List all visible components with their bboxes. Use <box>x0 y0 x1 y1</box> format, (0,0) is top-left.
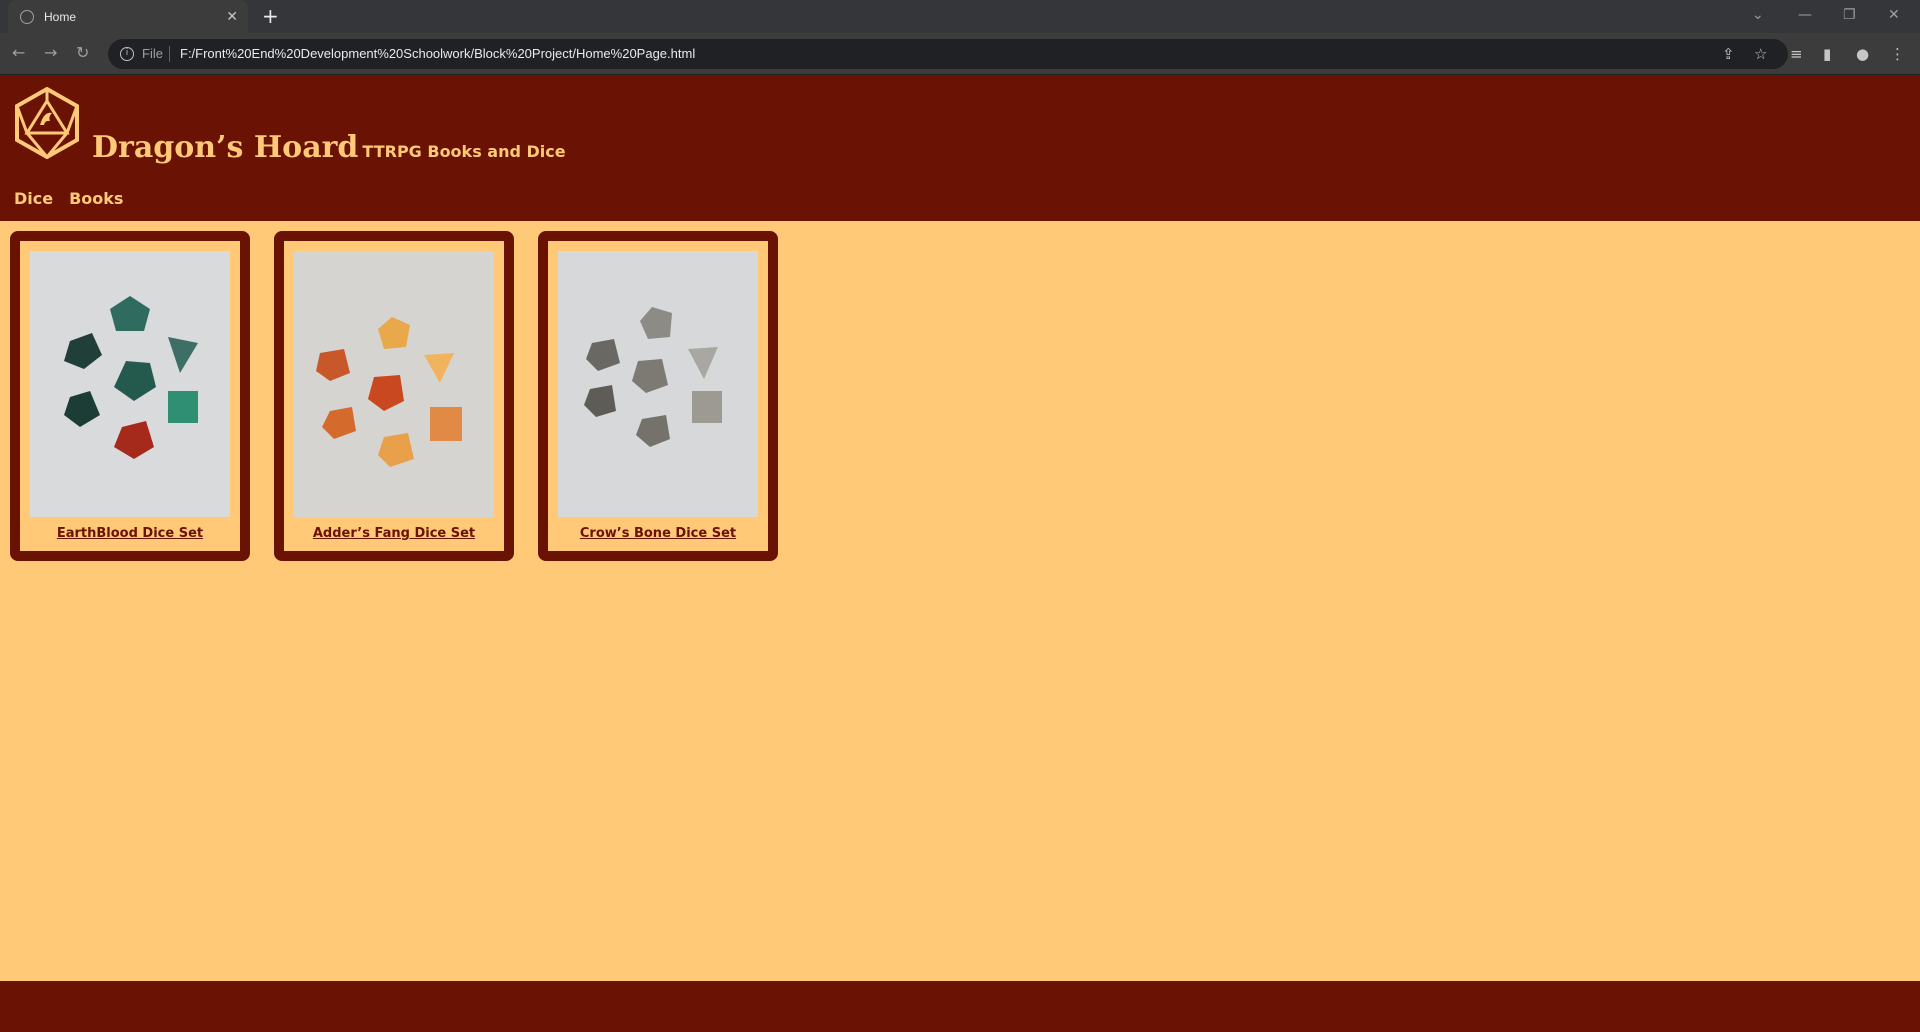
file-label: File <box>142 46 163 61</box>
close-window-icon[interactable]: ✕ <box>1888 7 1900 23</box>
url-text[interactable]: F:/Front%20End%20Development%20Schoolwor… <box>180 46 695 61</box>
profile-icon[interactable]: ● <box>1856 45 1869 63</box>
product-photo[interactable] <box>294 251 494 517</box>
reload-icon[interactable]: ↻ <box>76 43 89 62</box>
nav-link-dice[interactable]: Dice <box>14 189 53 208</box>
share-icon[interactable]: ⇪ <box>1722 45 1735 63</box>
menu-icon[interactable]: ⋮ <box>1890 45 1905 63</box>
product-card[interactable]: EarthBlood Dice Set <box>10 231 250 561</box>
side-panel-icon[interactable]: ▮ <box>1823 45 1831 63</box>
bookmark-star-icon[interactable]: ☆ <box>1754 45 1767 63</box>
omnibox-divider <box>169 46 170 62</box>
address-bar[interactable]: i File F:/Front%20End%20Development%20Sc… <box>108 39 1788 69</box>
product-link[interactable]: Crow’s Bone Dice Set <box>548 526 768 541</box>
globe-icon <box>20 9 34 24</box>
browser-toolbar: ← → ↻ i File F:/Front%20End%20Developmen… <box>0 33 1920 75</box>
d20-dragon-logo <box>15 87 79 159</box>
product-card[interactable]: Crow’s Bone Dice Set <box>538 231 778 561</box>
reading-list-icon[interactable]: ≡ <box>1790 45 1803 63</box>
back-icon[interactable]: ← <box>12 43 25 62</box>
tab-title: Home <box>44 9 77 24</box>
product-photo[interactable] <box>558 251 758 517</box>
brand-name: Dragon’s Hoard <box>92 130 359 165</box>
browser-tab-strip: Home ✕ + ⌄ — ❐ ✕ <box>0 0 1920 33</box>
main-nav: Dice Books <box>14 189 139 208</box>
close-tab-icon[interactable]: ✕ <box>226 9 238 25</box>
product-link[interactable]: EarthBlood Dice Set <box>20 526 240 541</box>
site-footer <box>0 981 1920 1032</box>
info-icon[interactable]: i <box>120 47 134 61</box>
page-content: Dragon’s Hoard TTRPG Books and Dice Dice B… <box>0 75 1920 1032</box>
site-title: Dragon’s Hoard TTRPG Books and Dice <box>92 130 566 165</box>
minimize-icon[interactable]: — <box>1798 7 1812 23</box>
product-card[interactable]: Adder’s Fang Dice Set <box>274 231 514 561</box>
nav-link-books[interactable]: Books <box>69 189 123 208</box>
browser-tab[interactable]: Home ✕ <box>8 0 248 33</box>
tagline: TTRPG Books and Dice <box>362 142 566 161</box>
site-header: Dragon’s Hoard TTRPG Books and Dice Dice B… <box>0 75 1920 221</box>
restore-icon[interactable]: ❐ <box>1843 7 1856 23</box>
tab-search-icon[interactable]: ⌄ <box>1752 7 1764 23</box>
product-link[interactable]: Adder’s Fang Dice Set <box>284 526 504 541</box>
forward-icon[interactable]: → <box>44 43 57 62</box>
product-photo[interactable] <box>30 251 230 517</box>
new-tab-icon[interactable]: + <box>262 5 279 27</box>
